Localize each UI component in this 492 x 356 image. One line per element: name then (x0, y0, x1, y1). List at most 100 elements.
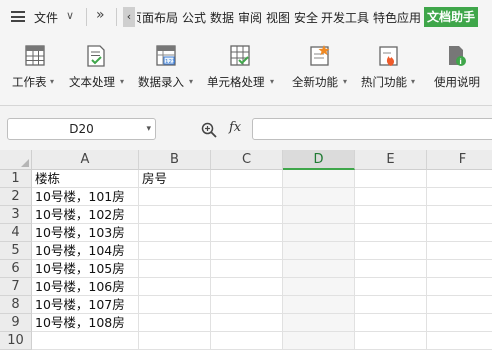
row-header-8[interactable]: 8 (0, 296, 32, 314)
cell-f10[interactable] (427, 332, 492, 350)
cell-f4[interactable] (427, 224, 492, 242)
cell-f9[interactable] (427, 314, 492, 332)
tab-view[interactable]: 视图 (266, 9, 290, 26)
column-header-c[interactable]: C (211, 150, 283, 170)
cell-e9[interactable] (355, 314, 427, 332)
column-header-d[interactable]: D (283, 150, 355, 170)
cell-b5[interactable] (139, 242, 211, 260)
help-doc-icon: i (449, 46, 466, 66)
cell-b2[interactable] (139, 188, 211, 206)
cell-c5[interactable] (211, 242, 283, 260)
select-all-corner[interactable] (0, 150, 32, 170)
cell-c3[interactable] (211, 206, 283, 224)
cell-e1[interactable] (355, 170, 427, 188)
cell-f3[interactable] (427, 206, 492, 224)
cell-a2[interactable]: 10号楼，101房 (32, 188, 139, 206)
cell-e7[interactable] (355, 278, 427, 296)
cell-d8[interactable] (283, 296, 355, 314)
tab-developer[interactable]: 开发工具 (321, 9, 369, 26)
tab-data[interactable]: 数据 (210, 9, 234, 26)
cell-b9[interactable] (139, 314, 211, 332)
row-header-5[interactable]: 5 (0, 242, 32, 260)
cell-a5[interactable]: 10号楼，104房 (32, 242, 139, 260)
formula-input[interactable] (252, 118, 492, 140)
cell-b10[interactable] (139, 332, 211, 350)
function-icon[interactable]: fx (229, 120, 241, 135)
cell-b7[interactable] (139, 278, 211, 296)
tab-formula[interactable]: 公式 (182, 9, 206, 26)
row-header-4[interactable]: 4 (0, 224, 32, 242)
hamburger-menu-icon[interactable] (11, 11, 25, 22)
cell-e10[interactable] (355, 332, 427, 350)
data-entry-label: 数据录入 (138, 75, 184, 89)
cell-c1[interactable] (211, 170, 283, 188)
cell-d3[interactable] (283, 206, 355, 224)
cell-b8[interactable] (139, 296, 211, 314)
tab-doc-assistant[interactable]: 文档助手 (424, 7, 479, 27)
tab-review[interactable]: 审阅 (238, 9, 262, 26)
cell-e5[interactable] (355, 242, 427, 260)
tab-security[interactable]: 安全 (294, 9, 318, 26)
cell-d2[interactable] (283, 188, 355, 206)
cell-d7[interactable] (283, 278, 355, 296)
column-header-b[interactable]: B (139, 150, 211, 170)
cell-a4[interactable]: 10号楼，103房 (32, 224, 139, 242)
cell-c2[interactable] (211, 188, 283, 206)
tab-page-layout[interactable]: 页面布局 (137, 9, 178, 26)
row-header-9[interactable]: 9 (0, 314, 32, 332)
cell-c9[interactable] (211, 314, 283, 332)
cell-f5[interactable] (427, 242, 492, 260)
more-menus-icon[interactable]: » (96, 7, 105, 23)
cell-e4[interactable] (355, 224, 427, 242)
cell-e8[interactable] (355, 296, 427, 314)
cell-f2[interactable] (427, 188, 492, 206)
cell-f8[interactable] (427, 296, 492, 314)
cell-process-icon (230, 45, 250, 66)
cell-c4[interactable] (211, 224, 283, 242)
cell-c8[interactable] (211, 296, 283, 314)
row-header-10[interactable]: 10 (0, 332, 32, 350)
cell-a6[interactable]: 10号楼，105房 (32, 260, 139, 278)
cell-a7[interactable]: 10号楼，106房 (32, 278, 139, 296)
cell-d9[interactable] (283, 314, 355, 332)
cell-f1[interactable] (427, 170, 492, 188)
tab-scroll-left-button[interactable]: ‹ (123, 7, 135, 27)
column-header-a[interactable]: A (32, 150, 139, 170)
chevron-down-icon[interactable]: ∨ (66, 9, 74, 22)
tab-special-apps[interactable]: 特色应用 (373, 9, 421, 26)
cell-e2[interactable] (355, 188, 427, 206)
cell-a8[interactable]: 10号楼，107房 (32, 296, 139, 314)
cell-f7[interactable] (427, 278, 492, 296)
column-header-e[interactable]: E (355, 150, 427, 170)
dropdown-arrow-icon: ▾ (50, 77, 55, 86)
cell-a1[interactable]: 楼栋 (32, 170, 139, 188)
cell-b4[interactable] (139, 224, 211, 242)
row-header-6[interactable]: 6 (0, 260, 32, 278)
row-header-7[interactable]: 7 (0, 278, 32, 296)
zoom-icon[interactable] (201, 122, 217, 138)
cell-c7[interactable] (211, 278, 283, 296)
cell-e3[interactable] (355, 206, 427, 224)
cell-c10[interactable] (211, 332, 283, 350)
row-header-3[interactable]: 3 (0, 206, 32, 224)
cell-a10[interactable] (32, 332, 139, 350)
column-header-f[interactable]: F (427, 150, 492, 170)
cell-b1[interactable]: 房号 (139, 170, 211, 188)
name-box[interactable]: D20 ▾ (7, 118, 156, 140)
cell-d10[interactable] (283, 332, 355, 350)
cell-a3[interactable]: 10号楼，102房 (32, 206, 139, 224)
cell-f6[interactable] (427, 260, 492, 278)
cell-c6[interactable] (211, 260, 283, 278)
row-header-1[interactable]: 1 (0, 170, 32, 188)
cell-e6[interactable] (355, 260, 427, 278)
chevron-down-icon[interactable]: ▾ (146, 119, 151, 139)
cell-a9[interactable]: 10号楼，108房 (32, 314, 139, 332)
file-menu[interactable]: 文件 (34, 9, 58, 26)
cell-b6[interactable] (139, 260, 211, 278)
cell-d4[interactable] (283, 224, 355, 242)
cell-b3[interactable] (139, 206, 211, 224)
cell-d5[interactable] (283, 242, 355, 260)
cell-d1[interactable] (283, 170, 355, 188)
row-header-2[interactable]: 2 (0, 188, 32, 206)
cell-d6[interactable] (283, 260, 355, 278)
